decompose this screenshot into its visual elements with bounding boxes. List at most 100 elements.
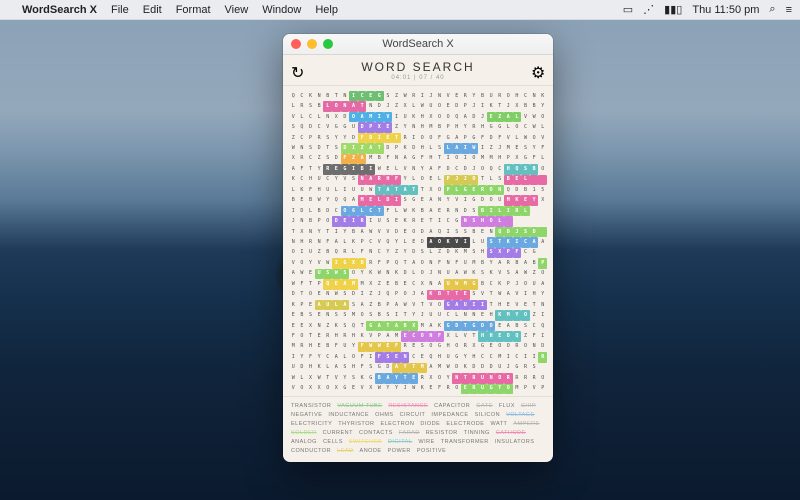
grid-cell[interactable]: S bbox=[521, 164, 530, 174]
grid-cell[interactable]: I bbox=[392, 112, 401, 122]
grid-cell[interactable]: C bbox=[306, 112, 315, 122]
grid-cell[interactable]: S bbox=[366, 363, 375, 373]
grid-cell[interactable]: E bbox=[384, 279, 393, 289]
grid-cell[interactable]: A bbox=[530, 237, 539, 247]
grid-cell[interactable]: L bbox=[409, 269, 418, 279]
grid-cell[interactable]: K bbox=[358, 373, 367, 383]
grid-cell[interactable]: W bbox=[409, 384, 418, 394]
grid-cell[interactable]: V bbox=[530, 384, 539, 394]
grid-cell[interactable]: Y bbox=[332, 175, 341, 185]
grid-cell[interactable]: W bbox=[332, 269, 341, 279]
grid-cell[interactable]: L bbox=[487, 175, 496, 185]
grid-cell[interactable]: F bbox=[495, 133, 504, 143]
grid-cell[interactable]: 1 bbox=[530, 185, 539, 195]
grid-cell[interactable]: N bbox=[487, 373, 496, 383]
grid-cell[interactable]: S bbox=[323, 133, 332, 143]
grid-cell[interactable] bbox=[513, 216, 522, 226]
grid-cell[interactable]: D bbox=[513, 185, 522, 195]
grid-cell[interactable]: L bbox=[435, 175, 444, 185]
grid-cell[interactable]: Q bbox=[289, 91, 298, 101]
grid-cell[interactable]: H bbox=[315, 185, 324, 195]
grid-cell[interactable]: D bbox=[461, 206, 470, 216]
grid-cell[interactable]: B bbox=[349, 227, 358, 237]
grid-cell[interactable]: Y bbox=[418, 164, 427, 174]
grid-cell[interactable]: I bbox=[392, 195, 401, 205]
grid-cell[interactable]: Z bbox=[495, 112, 504, 122]
grid-cell[interactable]: Y bbox=[315, 352, 324, 362]
grid-cell[interactable]: K bbox=[470, 269, 479, 279]
grid-cell[interactable]: H bbox=[470, 352, 479, 362]
grid-cell[interactable]: B bbox=[478, 279, 487, 289]
grid-cell[interactable]: Q bbox=[341, 195, 350, 205]
grid-cell[interactable]: O bbox=[435, 300, 444, 310]
grid-cell[interactable]: K bbox=[401, 143, 410, 153]
grid-cell[interactable]: S bbox=[341, 269, 350, 279]
grid-cell[interactable] bbox=[504, 216, 513, 226]
grid-cell[interactable]: D bbox=[530, 227, 539, 237]
grid-cell[interactable]: Z bbox=[366, 290, 375, 300]
grid-cell[interactable] bbox=[538, 206, 547, 216]
grid-cell[interactable]: D bbox=[306, 122, 315, 132]
grid-cell[interactable]: V bbox=[289, 384, 298, 394]
grid-cell[interactable]: D bbox=[358, 258, 367, 268]
grid-cell[interactable]: B bbox=[530, 258, 539, 268]
grid-cell[interactable]: V bbox=[323, 122, 332, 132]
grid-cell[interactable]: G bbox=[513, 363, 522, 373]
grid-cell[interactable]: F bbox=[418, 154, 427, 164]
grid-cell[interactable]: X bbox=[375, 122, 384, 132]
grid-cell[interactable]: H bbox=[487, 331, 496, 341]
grid-cell[interactable]: O bbox=[323, 216, 332, 226]
grid-cell[interactable]: H bbox=[478, 216, 487, 226]
grid-cell[interactable]: F bbox=[530, 154, 539, 164]
grid-cell[interactable]: D bbox=[478, 363, 487, 373]
grid-cell[interactable]: K bbox=[298, 185, 307, 195]
grid-cell[interactable]: V bbox=[495, 269, 504, 279]
grid-cell[interactable]: Y bbox=[470, 91, 479, 101]
grid-cell[interactable]: D bbox=[384, 195, 393, 205]
grid-cell[interactable]: C bbox=[521, 91, 530, 101]
grid-cell[interactable]: 6 bbox=[349, 206, 358, 216]
grid-cell[interactable]: T bbox=[384, 321, 393, 331]
grid-cell[interactable]: D bbox=[470, 112, 479, 122]
grid-cell[interactable]: U bbox=[323, 185, 332, 195]
grid-cell[interactable]: G bbox=[470, 195, 479, 205]
grid-cell[interactable]: P bbox=[306, 133, 315, 143]
grid-cell[interactable]: E bbox=[289, 321, 298, 331]
grid-cell[interactable]: H bbox=[384, 175, 393, 185]
grid-cell[interactable]: N bbox=[427, 331, 436, 341]
grid-cell[interactable]: G bbox=[470, 279, 479, 289]
grid-cell[interactable]: O bbox=[513, 122, 522, 132]
grid-cell[interactable]: V bbox=[521, 112, 530, 122]
grid-cell[interactable]: X bbox=[538, 195, 547, 205]
grid-cell[interactable]: S bbox=[332, 310, 341, 320]
grid-cell[interactable]: L bbox=[289, 101, 298, 111]
grid-cell[interactable]: Z bbox=[530, 269, 539, 279]
grid-cell[interactable]: T bbox=[358, 101, 367, 111]
grid-cell[interactable]: W bbox=[323, 258, 332, 268]
grid-cell[interactable]: L bbox=[452, 331, 461, 341]
grid-cell[interactable]: M bbox=[504, 310, 513, 320]
grid-cell[interactable]: Q bbox=[332, 195, 341, 205]
grid-cell[interactable]: D bbox=[358, 122, 367, 132]
grid-cell[interactable]: A bbox=[504, 321, 513, 331]
grid-cell[interactable]: A bbox=[384, 373, 393, 383]
grid-cell[interactable]: E bbox=[315, 310, 324, 320]
grid-cell[interactable]: P bbox=[461, 101, 470, 111]
grid-cell[interactable]: N bbox=[315, 237, 324, 247]
grid-cell[interactable]: R bbox=[470, 373, 479, 383]
grid-cell[interactable]: L bbox=[513, 112, 522, 122]
grid-cell[interactable]: Y bbox=[306, 258, 315, 268]
grid-cell[interactable]: U bbox=[375, 216, 384, 226]
grid-cell[interactable]: N bbox=[538, 300, 547, 310]
grid-cell[interactable]: T bbox=[495, 237, 504, 247]
grid-cell[interactable]: O bbox=[444, 112, 453, 122]
grid-cell[interactable]: T bbox=[306, 331, 315, 341]
grid-cell[interactable]: Y bbox=[332, 133, 341, 143]
grid-cell[interactable]: H bbox=[427, 154, 436, 164]
grid-cell[interactable]: E bbox=[513, 175, 522, 185]
grid-cell[interactable]: C bbox=[366, 206, 375, 216]
grid-cell[interactable]: H bbox=[418, 112, 427, 122]
grid-cell[interactable]: U bbox=[349, 122, 358, 132]
grid-cell[interactable]: Z bbox=[435, 248, 444, 258]
grid-cell[interactable]: F bbox=[341, 154, 350, 164]
